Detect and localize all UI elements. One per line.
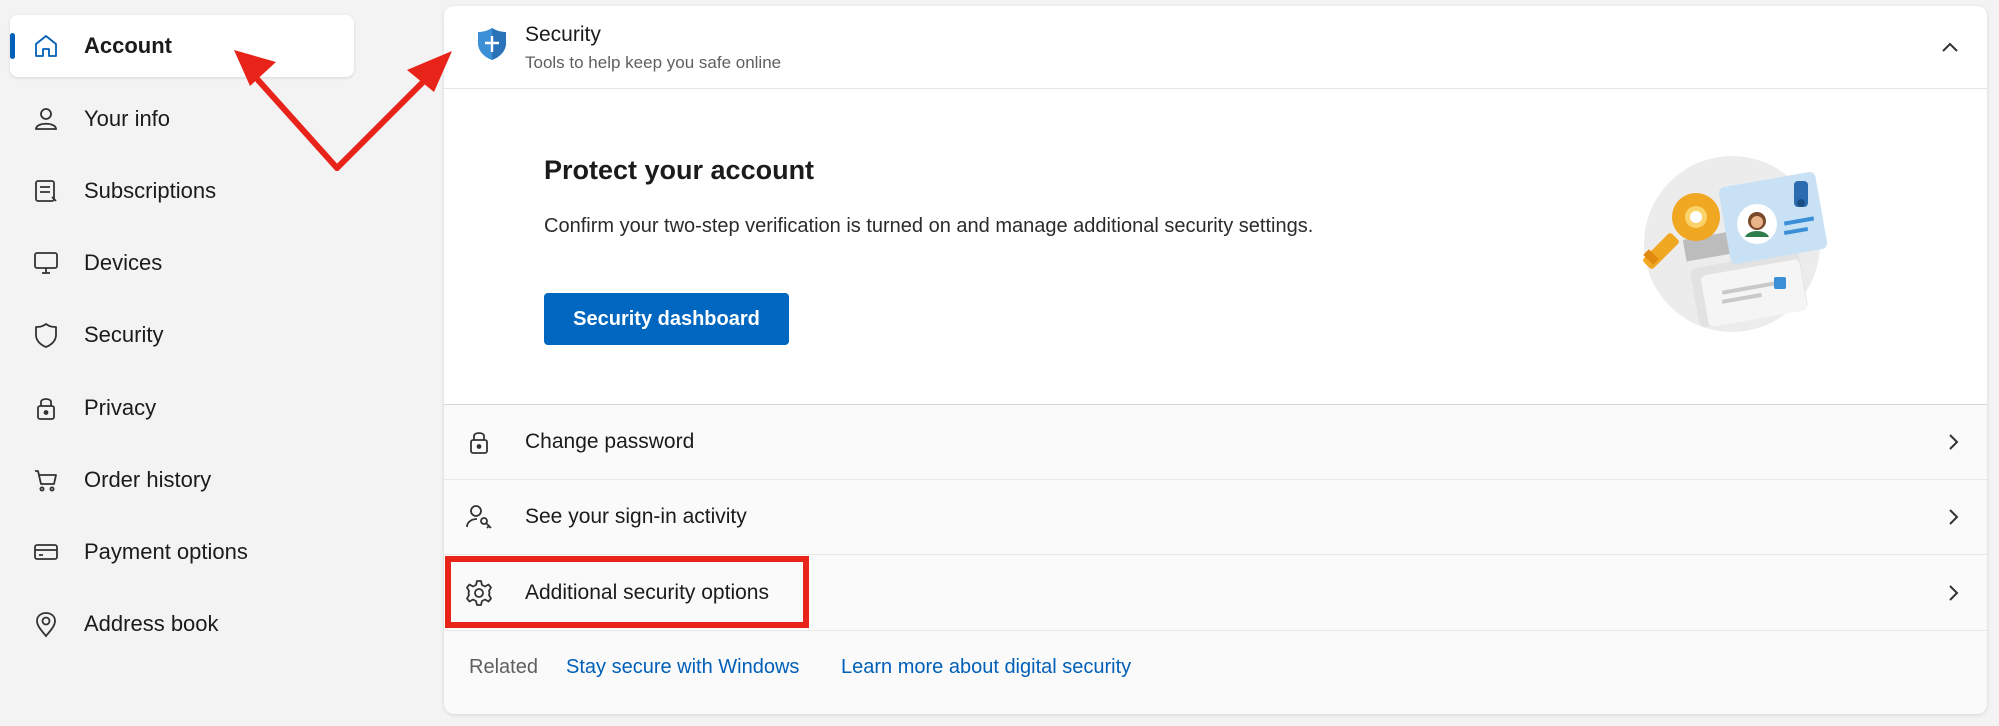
monitor-icon	[34, 252, 58, 274]
sign-in-activity-row[interactable]: See your sign-in activity	[444, 480, 1987, 555]
highlight-box	[445, 556, 809, 628]
sidebar-item-label: Privacy	[84, 395, 157, 420]
hero-title: Protect your account	[544, 155, 815, 185]
row-label: See your sign-in activity	[525, 505, 747, 528]
change-password-row[interactable]: Change password	[444, 405, 1987, 480]
related-label: Related	[469, 656, 538, 678]
location-pin-icon	[36, 612, 56, 638]
card-subtitle: Tools to help keep you safe online	[525, 53, 782, 72]
chevron-up-icon[interactable]	[1935, 32, 1965, 62]
sidebar-item-payment-options[interactable]: Payment options	[10, 521, 354, 583]
sidebar-item-account[interactable]: Account	[10, 15, 354, 77]
home-icon	[35, 35, 57, 57]
hero-description: Confirm your two-step verification is tu…	[544, 215, 1314, 237]
sidebar-item-security[interactable]: Security	[10, 304, 354, 366]
sidebar-item-label: Order history	[84, 467, 212, 492]
row-label: Change password	[525, 430, 695, 453]
sidebar-item-label: Your info	[84, 106, 171, 131]
lock-icon	[470, 432, 488, 454]
sidebar-item-address-book[interactable]: Address book	[10, 593, 354, 655]
shield-icon	[35, 323, 57, 348]
sidebar-item-label: Payment options	[84, 539, 248, 564]
sidebar-item-order-history[interactable]: Order history	[10, 449, 354, 511]
chevron-right-icon	[1949, 434, 1959, 450]
stay-secure-windows-link[interactable]: Stay secure with Windows	[566, 656, 799, 679]
subscriptions-icon	[35, 180, 57, 202]
learn-digital-security-link[interactable]: Learn more about digital security	[841, 656, 1131, 679]
sidebar-item-label: Account	[84, 33, 172, 58]
security-card-header[interactable]: Security Tools to help keep you safe onl…	[444, 6, 1987, 89]
chevron-right-icon	[1949, 509, 1959, 525]
sidebar-item-label: Address book	[84, 611, 219, 636]
related-links: Related Stay secure with Windows Learn m…	[444, 626, 1987, 714]
sidebar-item-your-info[interactable]: Your info	[10, 88, 354, 150]
protect-account-panel: Protect your account Confirm your two-st…	[444, 89, 1987, 406]
card-title: Security	[525, 23, 601, 46]
sidebar-item-label: Security	[84, 322, 164, 347]
key-id-card-illustration	[1643, 156, 1828, 332]
sidebar-nav: Account Your info Subscriptions Devices …	[0, 0, 440, 726]
person-key-icon	[466, 505, 492, 529]
card-icon	[34, 544, 58, 560]
sidebar-item-devices[interactable]: Devices	[10, 232, 354, 294]
security-shield-icon	[478, 28, 506, 60]
cart-icon	[35, 470, 57, 492]
lock-icon	[37, 398, 55, 420]
sidebar-item-label: Devices	[84, 250, 163, 275]
chevron-right-icon	[1949, 585, 1959, 601]
security-dashboard-button[interactable]: Security dashboard	[544, 293, 789, 345]
sidebar-item-label: Subscriptions	[84, 178, 217, 203]
person-icon	[35, 108, 57, 130]
sidebar-item-subscriptions[interactable]: Subscriptions	[10, 160, 354, 222]
sidebar-item-privacy[interactable]: Privacy	[10, 377, 354, 439]
